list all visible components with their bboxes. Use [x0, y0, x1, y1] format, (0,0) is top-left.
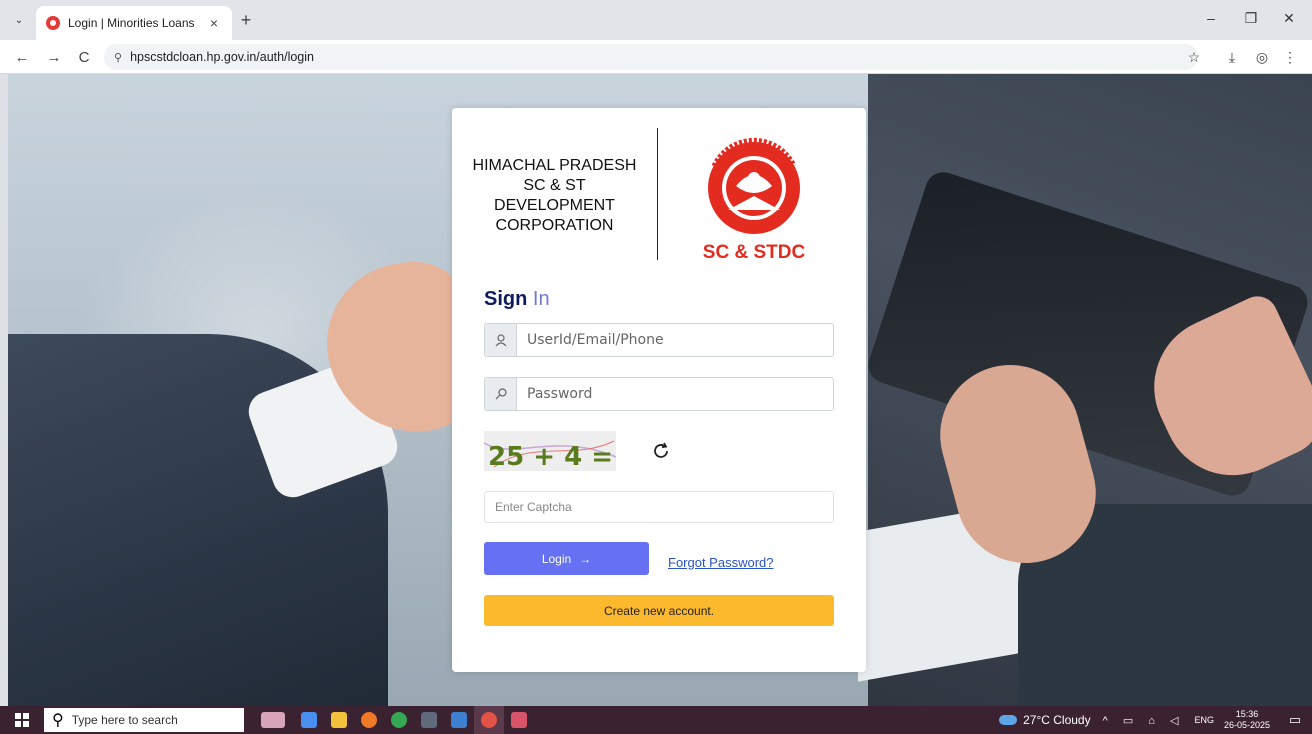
create-account-button[interactable]: Create new account. [484, 595, 834, 626]
taskbar-search-text: Type here to search [71, 713, 178, 727]
clock-time: 15:36 [1235, 709, 1259, 719]
weather-text: 27°C Cloudy [1023, 713, 1091, 727]
menu-kebab-icon[interactable]: ⋮ [1280, 47, 1300, 67]
cloud-icon [999, 715, 1018, 725]
taskbar-chrome-active-icon[interactable] [474, 706, 504, 734]
login-button[interactable]: Login → [484, 542, 649, 575]
header-divider [657, 128, 658, 260]
captcha-input[interactable] [484, 491, 834, 523]
bookmark-star-icon[interactable]: ☆ [1184, 47, 1204, 67]
download-icon[interactable]: ⤓ [1222, 47, 1242, 67]
userid-field-group [484, 323, 834, 357]
windows-start-button[interactable] [8, 706, 36, 734]
profile-icon[interactable]: ◎ [1252, 47, 1272, 67]
site-favicon-icon [46, 16, 60, 30]
minimize-button[interactable]: – [1196, 10, 1226, 26]
tab-title: Login | Minorities Loans [68, 16, 195, 30]
password-field-group [484, 377, 834, 411]
language-indicator[interactable]: ENG [1194, 715, 1214, 725]
taskbar-firefox-icon[interactable] [354, 706, 384, 734]
org-logo-icon: SC & STDC [703, 137, 806, 263]
restore-button[interactable]: ❐ [1236, 10, 1266, 27]
reload-button[interactable]: C [74, 47, 94, 67]
weather-widget[interactable]: 27°C Cloudy [999, 713, 1091, 727]
forgot-password-link[interactable]: Forgot Password? [668, 555, 774, 570]
taskbar-copilot-icon[interactable] [294, 706, 324, 734]
org-name: HIMACHAL PRADESH SC & ST DEVELOPMENT COR… [472, 157, 637, 234]
browser-toolbar: ← → C ⚲ hpscstdcloan.hp.gov.in/auth/logi… [0, 40, 1312, 74]
userid-input[interactable] [517, 324, 833, 356]
tab-search-button[interactable]: ⌄ [8, 9, 30, 31]
taskbar-file-explorer-icon[interactable] [324, 706, 354, 734]
forward-button[interactable]: → [44, 47, 64, 67]
windows-logo-icon [15, 713, 29, 727]
tab-active[interactable]: Login | Minorities Loans × [36, 6, 232, 40]
signin-heading: Sign In [484, 288, 550, 311]
notification-icon[interactable]: ▭ [1284, 712, 1306, 728]
logo-text: SC & STDC [703, 242, 806, 263]
page-viewport: HIMACHAL PRADESH SC & ST DEVELOPMENT COR… [8, 74, 1312, 706]
user-icon [485, 324, 517, 356]
new-tab-button[interactable]: + [236, 10, 256, 30]
tab-strip: ⌄ Login | Minorities Loans × + – ❐ ✕ [0, 0, 1312, 40]
search-icon: ⚲ [52, 712, 64, 729]
password-input[interactable] [517, 378, 833, 410]
taskbar-notes-icon[interactable] [444, 706, 474, 734]
address-bar[interactable]: ⚲ hpscstdcloan.hp.gov.in/auth/login [104, 44, 1198, 70]
clock[interactable]: 15:36 26-05-2025 [1224, 709, 1270, 731]
address-url: hpscstdcloan.hp.gov.in/auth/login [130, 50, 314, 64]
login-card: HIMACHAL PRADESH SC & ST DEVELOPMENT COR… [452, 108, 866, 672]
back-button[interactable]: ← [12, 47, 32, 67]
login-button-label: Login [541, 551, 572, 566]
taskbar-app-icon[interactable] [504, 706, 534, 734]
system-tray: 27°C Cloudy ^ ▭ ⌂ ◁ ENG 15:36 26-05-2025… [999, 706, 1312, 734]
taskbar-widget-icon[interactable] [258, 706, 288, 734]
windows-taskbar: ⚲ Type here to search 27°C Cloudy ^ ▭ ⌂ … [0, 706, 1312, 734]
clock-date: 26-05-2025 [1223, 720, 1270, 730]
taskbar-chrome-icon[interactable] [384, 706, 414, 734]
signin-heading-bold: Sign [484, 288, 528, 310]
taskbar-search[interactable]: ⚲ Type here to search [44, 708, 244, 732]
arrow-right-icon: → [579, 551, 592, 566]
tray-icons[interactable]: ^ ▭ ⌂ ◁ [1103, 714, 1185, 727]
refresh-captcha-icon[interactable] [650, 440, 672, 462]
window-close-button[interactable]: ✕ [1274, 10, 1304, 27]
key-icon [485, 378, 517, 410]
signin-heading-light: In [532, 288, 550, 310]
captcha-image: 25 + 4 = [484, 431, 616, 471]
taskbar-terminal-icon[interactable] [414, 706, 444, 734]
captcha-text: 25 + 4 = [488, 442, 613, 471]
tab-close-icon[interactable]: × [206, 15, 222, 31]
site-info-icon[interactable]: ⚲ [114, 51, 122, 64]
